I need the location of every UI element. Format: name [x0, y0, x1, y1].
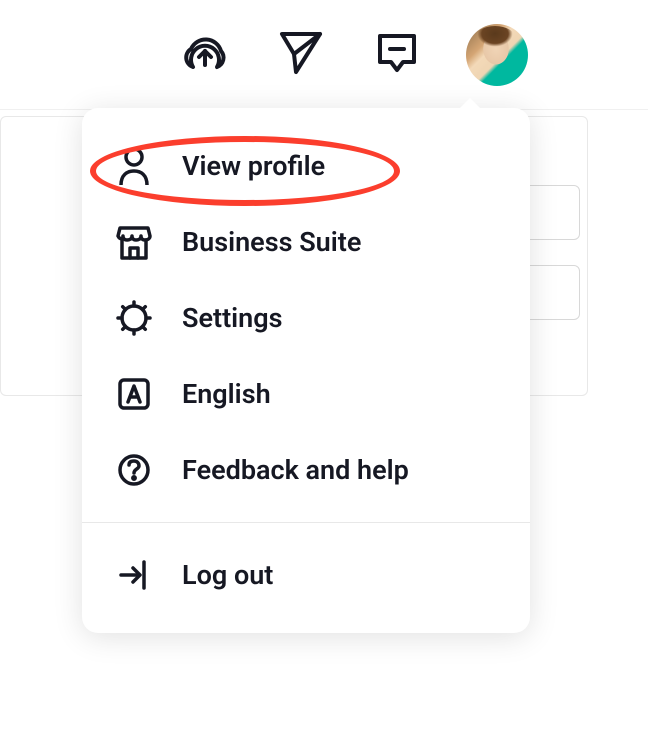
upload-button[interactable] [178, 28, 232, 82]
menu-label: Log out [182, 559, 273, 591]
gear-icon [116, 300, 152, 336]
send-button[interactable] [274, 28, 328, 82]
settings-item[interactable]: Settings [82, 280, 530, 356]
avatar-image [466, 24, 528, 86]
feedback-item[interactable]: Feedback and help [82, 432, 530, 508]
message-icon [376, 32, 418, 78]
language-icon [116, 376, 152, 412]
logout-icon [116, 557, 152, 593]
avatar-button[interactable] [466, 24, 528, 86]
menu-label: English [182, 378, 271, 410]
cloud-upload-icon [179, 31, 231, 79]
menu-divider [82, 522, 530, 523]
logout-item[interactable]: Log out [82, 537, 530, 613]
menu-label: Feedback and help [182, 454, 409, 486]
view-profile-item[interactable]: View profile [82, 128, 530, 204]
menu-label: View profile [182, 150, 325, 182]
business-suite-item[interactable]: Business Suite [82, 204, 530, 280]
person-icon [116, 148, 152, 184]
inbox-button[interactable] [370, 28, 424, 82]
storefront-icon [116, 224, 152, 260]
menu-label: Business Suite [182, 226, 361, 258]
menu-label: Settings [182, 302, 283, 334]
language-item[interactable]: English [82, 356, 530, 432]
paper-plane-icon [278, 30, 324, 80]
profile-dropdown: View profile Business Suite Settings [82, 108, 530, 633]
question-icon [116, 452, 152, 488]
top-bar [0, 0, 648, 110]
